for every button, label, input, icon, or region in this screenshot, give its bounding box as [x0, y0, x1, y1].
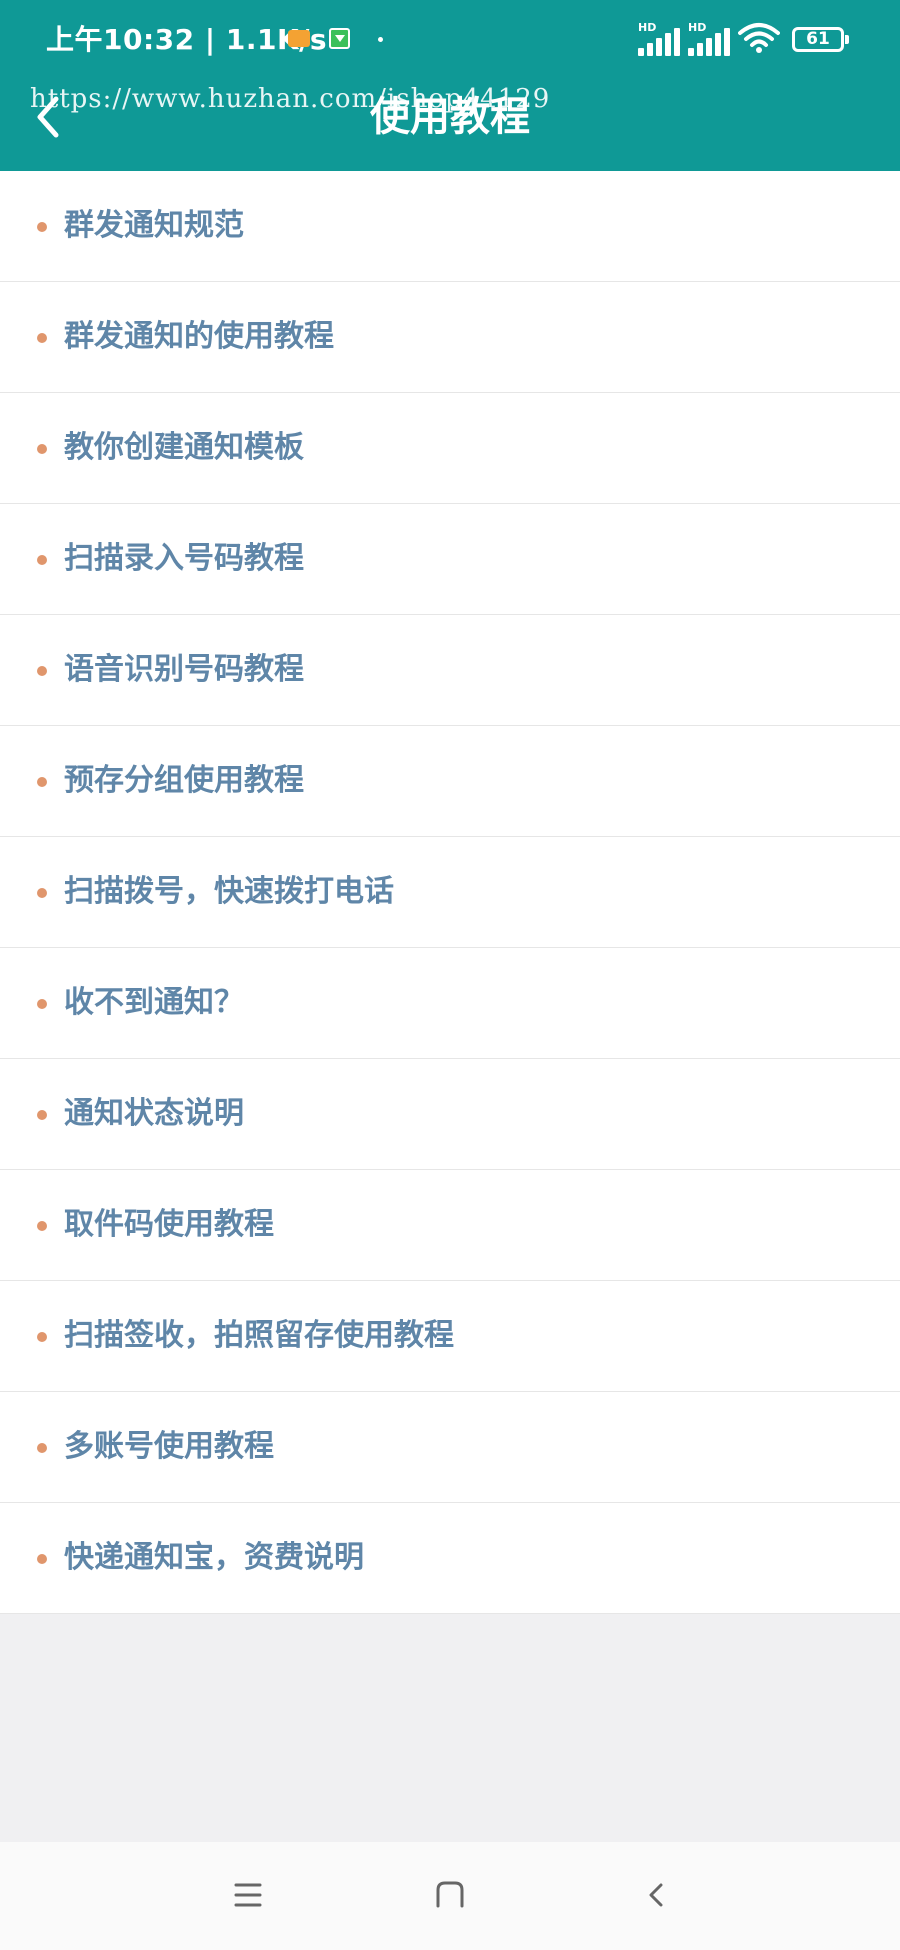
list-item-tutorial[interactable]: 预存分组使用教程 — [0, 726, 900, 837]
list-item-tutorial[interactable]: 多账号使用教程 — [0, 1392, 900, 1503]
list-item-tutorial[interactable]: 扫描签收，拍照留存使用教程 — [0, 1281, 900, 1392]
back-icon — [649, 1883, 663, 1907]
menu-icon — [234, 1883, 262, 1907]
download-notification-icon — [329, 28, 350, 49]
wifi-icon — [738, 23, 780, 53]
bullet-icon — [37, 1332, 47, 1342]
tutorial-label: 扫描签收，拍照留存使用教程 — [64, 1318, 454, 1353]
tutorial-label: 扫描录入号码教程 — [64, 541, 304, 576]
system-nav-bar — [0, 1842, 900, 1950]
signal-icon: HD — [638, 22, 684, 56]
home-icon — [436, 1881, 464, 1908]
tutorial-label: 收不到通知？ — [64, 985, 244, 1020]
list-item-tutorial[interactable]: 群发通知的使用教程 — [0, 282, 900, 393]
tutorial-label: 快递通知宝，资费说明 — [64, 1540, 364, 1575]
list-item-tutorial[interactable]: 收不到通知？ — [0, 948, 900, 1059]
tutorial-label: 取件码使用教程 — [64, 1207, 274, 1242]
list-item-tutorial[interactable]: 快递通知宝，资费说明 — [0, 1503, 900, 1614]
tutorial-label: 多账号使用教程 — [64, 1429, 274, 1464]
status-time: 上午10:32 | 1.1K/s — [46, 23, 328, 56]
home-button[interactable] — [425, 1870, 475, 1920]
back-button[interactable] — [28, 90, 78, 144]
bullet-icon — [37, 444, 47, 454]
tutorial-label: 教你创建通知模板 — [64, 430, 304, 465]
bullet-icon — [37, 1221, 47, 1231]
bullet-icon — [37, 1554, 47, 1564]
app-header: 上午10:32 | 1.1K/s HD HD 61 https://www.hu… — [0, 0, 900, 171]
back-nav-button[interactable] — [631, 1870, 681, 1920]
bullet-icon — [37, 1110, 47, 1120]
recent-apps-button[interactable] — [223, 1870, 273, 1920]
bullet-icon — [37, 888, 47, 898]
bullet-icon — [37, 1443, 47, 1453]
battery-icon: 61 — [792, 27, 849, 52]
bullet-icon — [37, 222, 47, 232]
bullet-icon — [37, 555, 47, 565]
bullet-icon — [37, 666, 47, 676]
tutorial-list: 群发通知规范 群发通知的使用教程 教你创建通知模板 扫描录入号码教程 语音识别号… — [0, 171, 900, 1614]
list-item-tutorial[interactable]: 群发通知规范 — [0, 171, 900, 282]
status-bar: 上午10:32 | 1.1K/s HD HD 61 — [0, 0, 900, 80]
page-title: 使用教程 — [370, 94, 530, 140]
bullet-icon — [37, 999, 47, 1009]
list-item-tutorial[interactable]: 取件码使用教程 — [0, 1170, 900, 1281]
list-item-tutorial[interactable]: 语音识别号码教程 — [0, 615, 900, 726]
tutorial-label: 群发通知规范 — [64, 208, 244, 243]
tutorial-label: 语音识别号码教程 — [64, 652, 304, 687]
list-item-tutorial[interactable]: 扫描录入号码教程 — [0, 504, 900, 615]
tutorial-label: 扫描拨号，快速拨打电话 — [64, 874, 394, 909]
tutorial-label: 预存分组使用教程 — [64, 763, 304, 798]
tutorial-label: 通知状态说明 — [64, 1096, 244, 1131]
bullet-icon — [37, 333, 47, 343]
bullet-icon — [37, 777, 47, 787]
list-item-tutorial[interactable]: 通知状态说明 — [0, 1059, 900, 1170]
chevron-left-icon — [37, 96, 59, 138]
list-item-tutorial[interactable]: 教你创建通知模板 — [0, 393, 900, 504]
signal-icon: HD — [688, 22, 734, 56]
more-notifications-icon — [378, 37, 383, 42]
list-item-tutorial[interactable]: 扫描拨号，快速拨打电话 — [0, 837, 900, 948]
tutorial-label: 群发通知的使用教程 — [64, 319, 334, 354]
notification-icon — [288, 30, 310, 47]
